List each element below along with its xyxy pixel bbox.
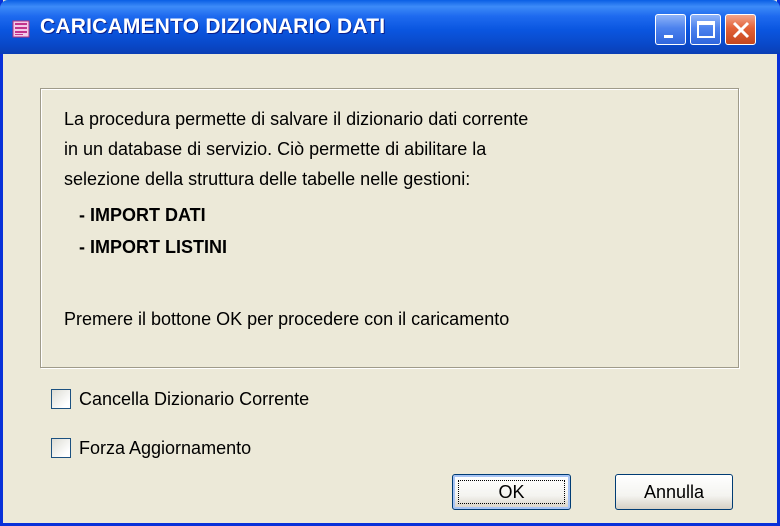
clear-dictionary-option[interactable]: Cancella Dizionario Corrente [51, 388, 309, 410]
maximize-button[interactable] [690, 14, 721, 45]
cancel-button[interactable]: Annulla [615, 474, 733, 510]
message-panel: La procedura permette di salvare il dizi… [40, 88, 739, 368]
focus-rect [458, 480, 565, 504]
force-update-label: Forza Aggiornamento [79, 437, 252, 458]
close-button[interactable] [725, 14, 756, 45]
maximize-icon [697, 21, 715, 38]
app-icon [12, 20, 30, 38]
message-line: La procedura permette di salvare il dizi… [64, 109, 529, 129]
ok-button[interactable]: OK [452, 474, 571, 510]
message-line: selezione della struttura delle tabelle … [64, 169, 471, 189]
clear-dictionary-checkbox[interactable] [51, 389, 71, 409]
cancel-label: Annulla [643, 481, 705, 502]
close-icon [732, 21, 750, 39]
message-line: in un database di servizio. Ciò permette… [64, 139, 487, 159]
message-footer: Premere il bottone OK per procedere con … [64, 309, 510, 329]
force-update-checkbox[interactable] [51, 438, 71, 458]
force-update-option[interactable]: Forza Aggiornamento [51, 437, 251, 459]
message-list-item: - IMPORT DATI [79, 205, 206, 225]
title-bar[interactable]: CARICAMENTO DIZIONARIO DATI [0, 0, 780, 54]
minimize-button[interactable] [655, 14, 686, 45]
minimize-icon [664, 35, 673, 38]
message-list-item: - IMPORT LISTINI [79, 237, 227, 257]
dialog-window: CARICAMENTO DIZIONARIO DATI La procedura… [0, 0, 780, 526]
window-title: CARICAMENTO DIZIONARIO DATI [40, 15, 386, 38]
clear-dictionary-label: Cancella Dizionario Corrente [79, 388, 310, 409]
